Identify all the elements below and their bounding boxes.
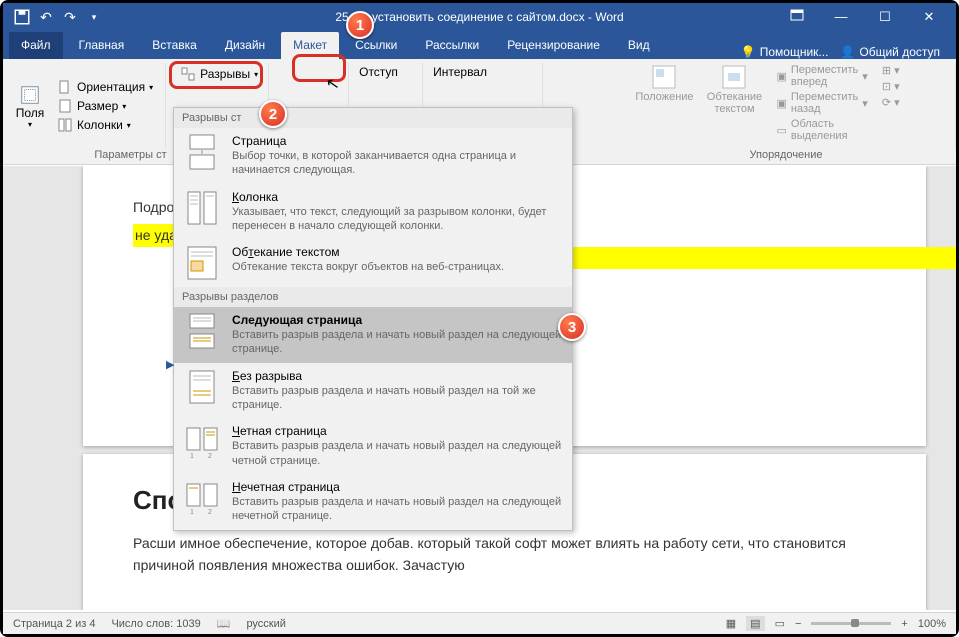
group-button[interactable]: ⊡ ▾: [878, 79, 943, 94]
current-indicator-icon: ▶: [166, 358, 174, 371]
breaks-dropdown: Разрывы ст СтраницаВыбор точки, в которо…: [173, 107, 573, 531]
group-arrange-label: Упорядочение: [616, 149, 956, 163]
tab-home[interactable]: Главная: [67, 32, 137, 59]
callout-badge-2: 2: [259, 100, 287, 128]
zoom-out-icon[interactable]: −: [795, 618, 801, 630]
status-words[interactable]: Число слов: 1039: [111, 618, 200, 630]
size-button[interactable]: Размер ▾: [53, 97, 157, 115]
tab-mailings[interactable]: Рассылки: [413, 32, 491, 59]
zoom-level[interactable]: 100%: [918, 618, 946, 630]
send-backward-button[interactable]: ▣ Переместить назад ▾: [772, 90, 871, 116]
break-continuous[interactable]: Без разрываВставить разрыв раздела и нач…: [174, 363, 572, 419]
close-icon[interactable]: ✕: [917, 9, 941, 25]
svg-text:2: 2: [208, 509, 212, 516]
margins-button[interactable]: Поля ▾: [11, 84, 49, 129]
indent-label: Отступ: [357, 63, 414, 81]
minimize-icon[interactable]: —: [829, 9, 853, 25]
undo-icon[interactable]: ↶: [37, 8, 55, 26]
qat-more-icon[interactable]: ▾: [85, 8, 103, 26]
view-web-icon[interactable]: ▭: [775, 617, 785, 630]
callout-badge-1: 1: [346, 11, 374, 39]
dropdown-section-section-breaks: Разрывы разделов: [174, 287, 572, 307]
interval-label: Интервал: [431, 63, 534, 81]
status-language[interactable]: русский: [246, 618, 285, 630]
redo-icon[interactable]: ↷: [61, 8, 79, 26]
align-button[interactable]: ⊞ ▾: [878, 63, 943, 78]
callout-badge-3: 3: [558, 313, 586, 341]
continuous-break-icon: [184, 369, 220, 405]
zoom-slider[interactable]: [811, 622, 891, 625]
break-even-page[interactable]: 12 Четная страницаВставить разрыв раздел…: [174, 418, 572, 474]
title-bar: ↶ ↷ ▾ 25. не установить соединение с сай…: [3, 3, 956, 31]
text-wrap-break-icon: [184, 245, 220, 281]
save-icon[interactable]: [13, 8, 31, 26]
position-button[interactable]: Положение: [632, 63, 696, 103]
next-page-break-icon: [184, 313, 220, 349]
tab-design[interactable]: Дизайн: [213, 32, 277, 59]
tab-file[interactable]: Файл: [9, 32, 63, 59]
document-title: 25. не установить соединение с сайтом.do…: [335, 10, 623, 24]
view-print-icon[interactable]: ▤: [746, 616, 764, 631]
page-break-icon: [184, 134, 220, 170]
even-page-break-icon: 12: [184, 424, 220, 460]
orientation-button[interactable]: Ориентация ▾: [53, 78, 157, 96]
breaks-button[interactable]: Разрывы ▾: [174, 63, 264, 85]
tab-view[interactable]: Вид: [616, 32, 662, 59]
break-text-wrap[interactable]: Обтекание текстомОбтекание текста вокруг…: [174, 239, 572, 287]
columns-button[interactable]: Колонки ▾: [53, 116, 157, 134]
view-read-icon[interactable]: ▦: [726, 617, 736, 630]
break-page[interactable]: СтраницаВыбор точки, в которой заканчива…: [174, 128, 572, 184]
bring-forward-button[interactable]: ▣ Переместить вперед ▾: [772, 63, 871, 89]
status-bar: Страница 2 из 4 Число слов: 1039 📖 русск…: [3, 612, 956, 634]
column-break-icon: [184, 190, 220, 226]
zoom-in-icon[interactable]: +: [901, 618, 907, 630]
selection-pane-button[interactable]: ▭ Область выделения: [772, 117, 871, 143]
status-page[interactable]: Страница 2 из 4: [13, 618, 95, 630]
tell-me[interactable]: 💡 Помощник...: [741, 45, 829, 59]
break-column[interactable]: ККолонкаолонкаУказывает, что текст, след…: [174, 184, 572, 240]
svg-text:1: 1: [190, 509, 194, 516]
break-odd-page[interactable]: 12 Нечетная страницаВставить разрыв разд…: [174, 474, 572, 530]
ribbon-options-icon[interactable]: [785, 9, 809, 25]
wrap-text-button[interactable]: Обтекание текстом: [702, 63, 766, 115]
maximize-icon[interactable]: ☐: [873, 9, 897, 25]
tab-review[interactable]: Рецензирование: [495, 32, 612, 59]
share-button[interactable]: 👤 Общий доступ: [840, 45, 940, 59]
dropdown-section-page-breaks: Разрывы ст: [174, 108, 572, 128]
svg-text:1: 1: [190, 453, 194, 460]
svg-text:2: 2: [208, 453, 212, 460]
ribbon-tabs: Файл Главная Вставка Дизайн Макет Ссылки…: [3, 31, 956, 59]
odd-page-break-icon: 12: [184, 480, 220, 516]
rotate-button[interactable]: ⟳ ▾: [878, 95, 943, 110]
tab-insert[interactable]: Вставка: [140, 32, 209, 59]
paragraph: Расши имное обеспечение, которое добав.: [133, 532, 876, 577]
status-proofing-icon[interactable]: 📖: [217, 617, 231, 630]
tab-layout[interactable]: Макет: [281, 32, 339, 59]
break-next-page[interactable]: Следующая страницаВставить разрыв раздел…: [174, 307, 572, 363]
